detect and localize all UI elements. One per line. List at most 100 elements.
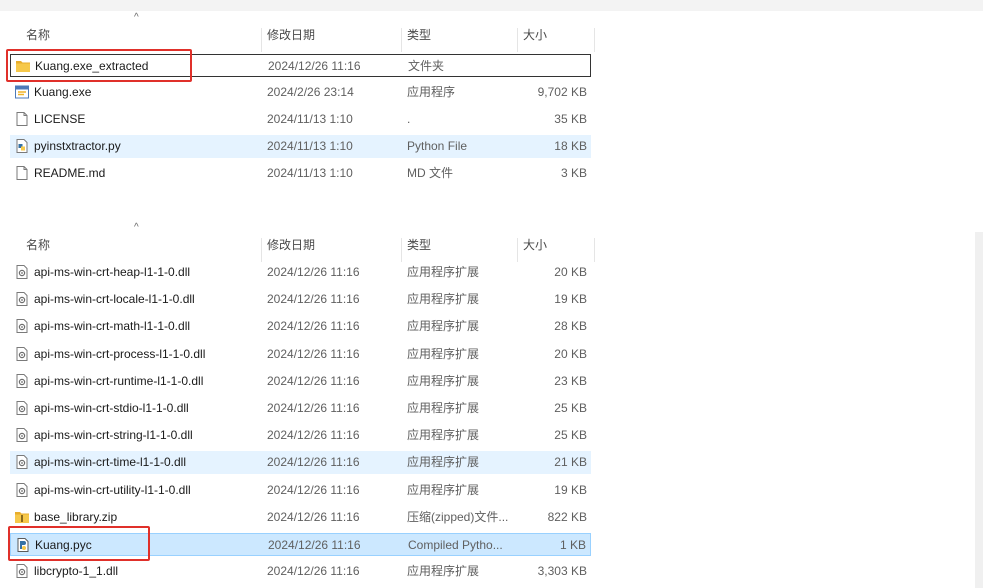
file-type: 应用程序扩展 <box>407 292 480 307</box>
file-row[interactable]: libcrypto-1_1.dll 2024/12/26 11:16 应用程序扩展 3… <box>10 560 591 583</box>
file-row[interactable]: LICENSE 2024/11/13 1:10. 35 KB <box>10 108 591 131</box>
column-header: 名称 ^ 修改日期 类型 大小 <box>0 222 600 262</box>
file-date: 2024/12/26 11:16 <box>268 538 361 552</box>
column-divider[interactable] <box>261 238 262 262</box>
file-date: 2024/11/13 1:10 <box>267 166 353 180</box>
sort-ascending-icon: ^ <box>134 222 139 233</box>
file-row[interactable]: api-ms-win-crt-process-l1-1-0.dll 2024/12… <box>10 343 591 366</box>
file-row[interactable]: api-ms-win-crt-runtime-l1-1-0.dll 2024/12… <box>10 370 591 393</box>
file-size: 19 KB <box>554 292 587 307</box>
file-name: api-ms-win-crt-math-l1-1-0.dll <box>34 319 191 334</box>
file-name: Kuang.exe <box>34 85 92 99</box>
file-size: 21 KB <box>554 455 587 470</box>
file-name: api-ms-win-crt-time-l1-1-0.dll <box>34 455 187 470</box>
file-name: README.md <box>34 166 106 180</box>
file-name: api-ms-win-crt-heap-l1-1-0.dll <box>34 265 191 279</box>
column-date[interactable]: 修改日期 <box>267 18 315 52</box>
file-type: 应用程序扩展 <box>407 265 480 279</box>
file-row[interactable]: api-ms-win-crt-locale-l1-1-0.dll 2024/12/… <box>10 288 591 311</box>
column-date[interactable]: 修改日期 <box>267 228 315 262</box>
column-type[interactable]: 类型 <box>407 228 431 262</box>
file-size: 822 KB <box>547 509 587 524</box>
file-row[interactable]: api-ms-win-crt-time-l1-1-0.dll 2024/12/26… <box>10 451 591 475</box>
column-name[interactable]: 名称 <box>26 228 50 262</box>
file-size: 20 KB <box>554 346 587 361</box>
file-row[interactable]: api-ms-win-crt-stdio-l1-1-0.dll 2024/12/2… <box>10 397 591 420</box>
file-row[interactable]: api-ms-win-crt-math-l1-1-0.dll 2024/12/26… <box>10 315 591 338</box>
file-row[interactable]: README.md 2024/11/13 1:10 MD 文件 3 KB <box>10 162 591 185</box>
dll-icon <box>14 482 30 498</box>
file-date: 2024/12/26 11:16 <box>267 319 360 334</box>
file-type: MD 文件 <box>407 166 453 180</box>
dll-icon <box>14 427 30 443</box>
file-type: 应用程序扩展 <box>407 346 480 361</box>
zip-folder-icon <box>14 509 30 525</box>
column-size[interactable]: 大小 <box>523 18 547 52</box>
window-top-strip <box>0 0 983 11</box>
file-type: 应用程序 <box>407 85 456 99</box>
file-type: 应用程序扩展 <box>407 428 480 443</box>
dll-icon <box>14 563 30 579</box>
file-list-panel-1: 名称 ^ 修改日期 类型 大小 Kuang.exe_extracted 2024/… <box>0 12 600 190</box>
dll-icon <box>14 291 30 307</box>
dll-icon <box>14 454 30 470</box>
file-type: 文件夹 <box>408 59 445 73</box>
dll-icon <box>14 318 30 334</box>
column-divider[interactable] <box>594 28 595 52</box>
column-name[interactable]: 名称 <box>26 18 50 52</box>
file-name: libcrypto-1_1.dll <box>34 564 119 579</box>
column-divider[interactable] <box>401 238 402 262</box>
file-size: 1 KB <box>559 538 586 552</box>
file-icon <box>14 111 30 127</box>
file-name: api-ms-win-crt-locale-l1-1-0.dll <box>34 292 195 307</box>
file-size: 35 KB <box>554 112 587 126</box>
file-type: 应用程序扩展 <box>407 564 480 579</box>
column-size[interactable]: 大小 <box>523 228 547 262</box>
file-row[interactable]: api-ms-win-crt-heap-l1-1-0.dll 2024/12/26… <box>10 261 591 284</box>
file-date: 2024/2/26 23:14 <box>267 85 354 99</box>
file-row[interactable]: Kuang.exe 2024/2/26 23:14 应用程序 9,702 KB <box>10 81 591 104</box>
file-name: api-ms-win-crt-runtime-l1-1-0.dll <box>34 373 204 388</box>
file-type: 应用程序扩展 <box>407 373 480 388</box>
file-date: 2024/12/26 11:16 <box>267 346 360 361</box>
file-row[interactable]: api-ms-win-crt-string-l1-1-0.dll 2024/12/… <box>10 424 591 447</box>
file-date: 2024/12/26 11:16 <box>267 428 360 443</box>
file-date: 2024/12/26 11:16 <box>267 455 360 470</box>
file-size: 19 KB <box>554 482 587 497</box>
file-row[interactable]: pyinstxtractor.py 2024/11/13 1:10 Python F… <box>10 135 591 158</box>
vertical-scrollbar[interactable] <box>975 232 983 588</box>
file-size: 23 KB <box>554 373 587 388</box>
file-size: 25 KB <box>554 401 587 415</box>
file-name: LICENSE <box>34 112 86 126</box>
python-file-icon <box>14 138 30 154</box>
file-size: 9,702 KB <box>537 85 587 99</box>
file-name: api-ms-win-crt-string-l1-1-0.dll <box>34 428 193 443</box>
file-name: api-ms-win-crt-process-l1-1-0.dll <box>34 346 206 361</box>
file-type: 应用程序扩展 <box>407 319 480 334</box>
file-row[interactable]: api-ms-win-crt-utility-l1-1-0.dll 2024/12… <box>10 479 591 502</box>
file-name: pyinstxtractor.py <box>34 139 121 153</box>
dll-icon <box>14 264 30 280</box>
file-date: 2024/11/13 1:10 <box>267 139 353 153</box>
column-divider[interactable] <box>517 28 518 52</box>
file-date: 2024/12/26 11:16 <box>267 509 360 524</box>
file-date: 2024/12/26 11:16 <box>267 564 360 579</box>
column-divider[interactable] <box>594 238 595 262</box>
file-type: . <box>407 112 411 126</box>
column-divider[interactable] <box>517 238 518 262</box>
exe-icon <box>14 84 30 100</box>
file-type: 应用程序扩展 <box>407 401 480 415</box>
file-date: 2024/11/13 1:10 <box>267 112 353 126</box>
file-type: 压缩(zipped)文件... <box>407 509 509 524</box>
file-size: 20 KB <box>554 265 587 279</box>
file-name: api-ms-win-crt-stdio-l1-1-0.dll <box>34 401 189 415</box>
column-type[interactable]: 类型 <box>407 18 431 52</box>
file-name: api-ms-win-crt-utility-l1-1-0.dll <box>34 482 191 497</box>
highlight-box-extracted-folder <box>6 49 192 82</box>
highlight-box-pyc-file <box>8 526 150 561</box>
dll-icon <box>14 346 30 362</box>
column-divider[interactable] <box>401 28 402 52</box>
column-divider[interactable] <box>261 28 262 52</box>
file-icon <box>14 165 30 181</box>
sort-ascending-icon: ^ <box>134 12 139 23</box>
